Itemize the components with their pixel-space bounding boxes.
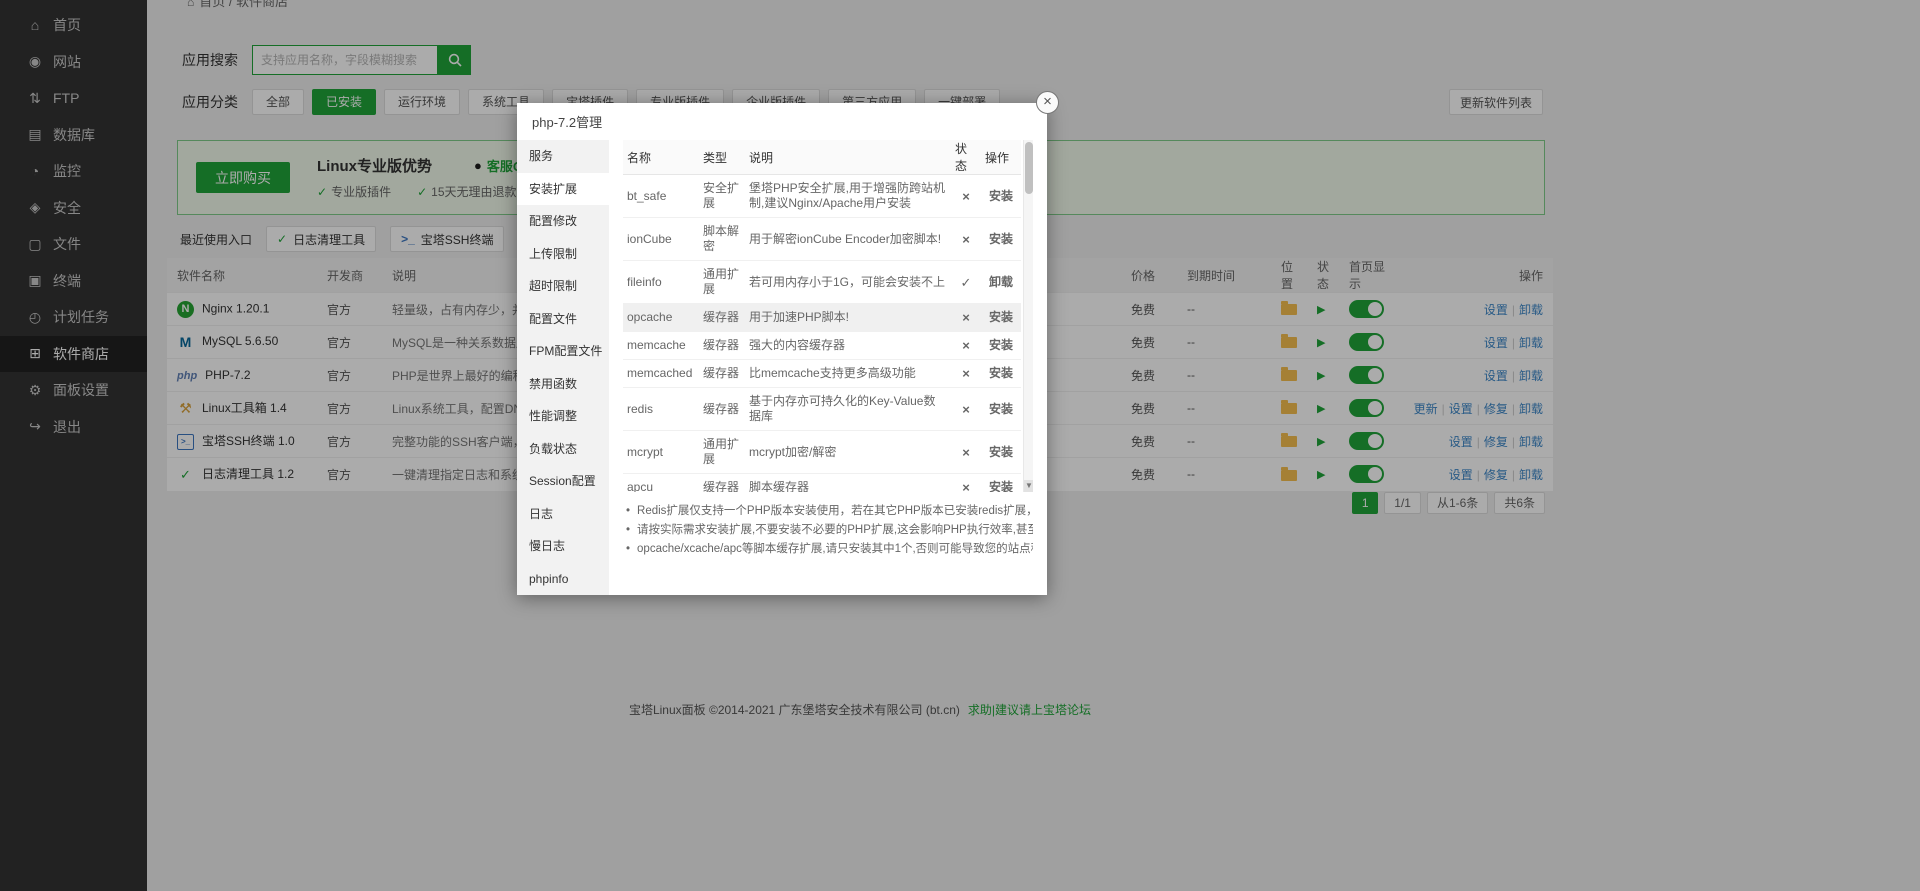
bullet-icon: • [626,521,630,540]
php-manage-modal: × php-7.2管理 服务 安装扩展 配置修改 上传限制 超时限制 配置文件 … [517,103,1047,595]
extension-action-link[interactable]: 安装 [981,304,1021,332]
extension-row: bt_safe 安全扩展 堡塔PHP安全扩展,用于增强防跨站机制,建议Nginx… [623,175,1021,218]
modal-nav-item[interactable]: 日志 [517,498,609,531]
modal-nav-item[interactable]: Session配置 [517,465,609,498]
extension-row: redis 缓存器 基于内存亦可持久化的Key-Value数据库 × 安装 [623,388,1021,431]
extension-list-area: 名称 类型 说明 状态 操作 bt_safe 安全扩展 [623,140,1033,492]
extension-table: 名称 类型 说明 状态 操作 bt_safe 安全扩展 [623,140,1021,492]
install-status-icon: × [951,431,981,474]
scrollbar[interactable]: ▼ [1023,140,1033,492]
extension-row: apcu 缓存器 脚本缓存器 × 安装 [623,474,1021,493]
extension-row: mcrypt 通用扩展 mcrypt加密/解密 × 安装 [623,431,1021,474]
extension-row: opcache 缓存器 用于加速PHP脚本! × 安装 [623,304,1021,332]
modal-nav-item[interactable]: 上传限制 [517,238,609,271]
modal-nav-item[interactable]: 安装扩展 [517,173,609,206]
note-line: • 请按实际需求安装扩展,不要安装不必要的PHP扩展,这会影响PHP执行效率,甚… [623,521,1033,540]
extension-row: memcache 缓存器 强大的内容缓存器 × 安装 [623,332,1021,360]
modal-nav-item[interactable]: 服务 [517,140,609,173]
ext-col-desc: 说明 [745,140,951,175]
install-status-icon: × [951,304,981,332]
ext-col-action: 操作 [981,140,1021,175]
note-line: • Redis扩展仅支持一个PHP版本安装使用，若在其它PHP版本已安装redi… [623,502,1033,521]
close-icon[interactable]: × [1036,91,1059,114]
extension-action-link[interactable]: 安装 [981,218,1021,261]
modal-nav-item[interactable]: 禁用函数 [517,368,609,401]
install-status-icon: × [951,332,981,360]
extension-action-link[interactable]: 安装 [981,175,1021,218]
install-status-icon: × [951,360,981,388]
note-line: • opcache/xcache/apc等脚本缓存扩展,请只安装其中1个,否则可… [623,540,1033,559]
extension-row: ionCube 脚本解密 用于解密ionCube Encoder加密脚本! × … [623,218,1021,261]
modal-nav-item[interactable]: 负载状态 [517,433,609,466]
modal-nav-item[interactable]: 配置文件 [517,303,609,336]
scrollbar-down-arrow[interactable]: ▼ [1024,480,1033,492]
modal-nav-item[interactable]: phpinfo [517,563,609,596]
ext-col-type: 类型 [699,140,745,175]
install-status-icon: × [951,175,981,218]
extension-table-header: 名称 类型 说明 状态 操作 [623,140,1021,175]
modal-title: php-7.2管理 [517,103,1047,140]
scrollbar-thumb[interactable] [1025,142,1033,194]
install-status-icon: × [951,388,981,431]
install-status-icon: × [951,474,981,493]
install-status-icon: ✓ [951,261,981,304]
modal-nav-item[interactable]: FPM配置文件 [517,335,609,368]
ext-col-name: 名称 [623,140,699,175]
modal-nav-item[interactable]: 配置修改 [517,205,609,238]
extension-notes: • Redis扩展仅支持一个PHP版本安装使用，若在其它PHP版本已安装redi… [623,502,1033,559]
extension-action-link[interactable]: 安装 [981,332,1021,360]
install-status-icon: × [951,218,981,261]
modal-content: 名称 类型 说明 状态 操作 bt_safe 安全扩展 [609,140,1047,595]
extension-action-link[interactable]: 安装 [981,388,1021,431]
extension-row: fileinfo 通用扩展 若可用内存小于1G，可能会安装不上 ✓ 卸载 [623,261,1021,304]
extension-action-link[interactable]: 安装 [981,360,1021,388]
bullet-icon: • [626,540,630,559]
ext-col-status: 状态 [951,140,981,175]
extension-action-link[interactable]: 安装 [981,431,1021,474]
extension-row: memcached 缓存器 比memcache支持更多高级功能 × 安装 [623,360,1021,388]
bullet-icon: • [626,502,630,521]
modal-nav-item[interactable]: 超时限制 [517,270,609,303]
modal-nav-item[interactable]: 慢日志 [517,530,609,563]
extension-action-link[interactable]: 卸载 [981,261,1021,304]
modal-nav: 服务 安装扩展 配置修改 上传限制 超时限制 配置文件 FPM配置文件 禁用函数… [517,140,609,595]
modal-nav-item[interactable]: 性能调整 [517,400,609,433]
extension-action-link[interactable]: 安装 [981,474,1021,493]
